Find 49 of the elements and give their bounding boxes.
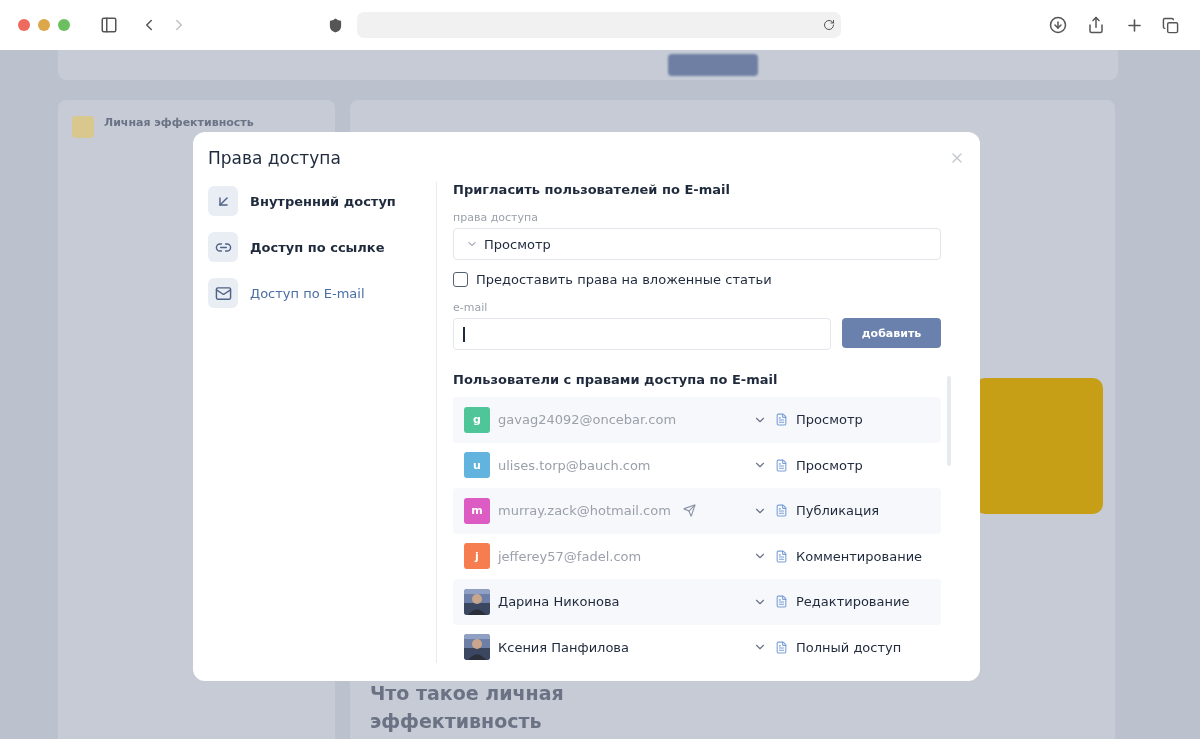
download-icon[interactable] (1049, 16, 1067, 34)
role-select[interactable]: Просмотр (753, 457, 941, 473)
send-icon[interactable] (682, 504, 696, 518)
article-heading: Что такое личная эффективность (370, 681, 565, 734)
user-name: Ксения Панфилова (498, 639, 629, 655)
add-button[interactable]: добавить (842, 318, 941, 348)
access-tab[interactable]: Доступ по E-mail (208, 278, 436, 308)
avatar: j (464, 543, 490, 570)
document-icon (775, 458, 788, 472)
tabs-icon[interactable] (1162, 16, 1179, 34)
sidebar-icon[interactable] (100, 16, 118, 34)
role-select[interactable]: Просмотр (753, 412, 941, 428)
user-name: jefferey57@fadel.com (498, 548, 642, 564)
reload-icon[interactable] (823, 19, 835, 31)
space-title: Личная эффективность (104, 116, 254, 129)
user-name: murray.zack@hotmail.com (498, 503, 671, 519)
mail-icon (208, 278, 238, 308)
field-label: права доступа (453, 211, 539, 224)
access-tab[interactable]: Доступ по ссылке (208, 232, 436, 262)
section-title: Пригласить пользователей по E-mail (453, 182, 731, 197)
space-icon (72, 116, 94, 138)
document-icon (775, 595, 788, 609)
role-select[interactable]: Комментирование (753, 548, 941, 564)
shield-icon[interactable] (328, 17, 343, 33)
close-window-button[interactable] (18, 19, 30, 31)
role-select[interactable]: Полный доступ (753, 639, 941, 655)
dialog-title: Права доступа (208, 148, 341, 168)
document-icon (775, 413, 788, 427)
role-select[interactable]: Редактирование (753, 594, 941, 610)
access-tab[interactable]: Внутренний доступ (208, 186, 436, 216)
share-icon[interactable] (1087, 16, 1105, 34)
document-icon (775, 640, 788, 654)
avatar: m (464, 497, 490, 524)
avatar: g (464, 406, 490, 433)
email-input[interactable] (453, 318, 831, 350)
document-icon (775, 504, 788, 518)
field-label: e-mail (453, 301, 489, 314)
avatar: u (464, 452, 490, 479)
document-icon (775, 549, 788, 563)
section-title: Пользователи с правами доступа по E-mail (453, 372, 779, 387)
user-name: ulises.torp@bauch.com (498, 457, 651, 473)
checkbox-label: Предоставить права на вложенные статьи (476, 272, 772, 287)
user-name: gavag24092@oncebar.com (498, 412, 677, 428)
link-icon (208, 232, 238, 262)
role-select[interactable]: Публикация (753, 503, 941, 519)
checkbox[interactable] (453, 272, 468, 287)
rights-select[interactable]: Просмотр (453, 228, 941, 260)
user-name: Дарина Никонова (498, 594, 620, 610)
text-cursor (463, 326, 465, 342)
